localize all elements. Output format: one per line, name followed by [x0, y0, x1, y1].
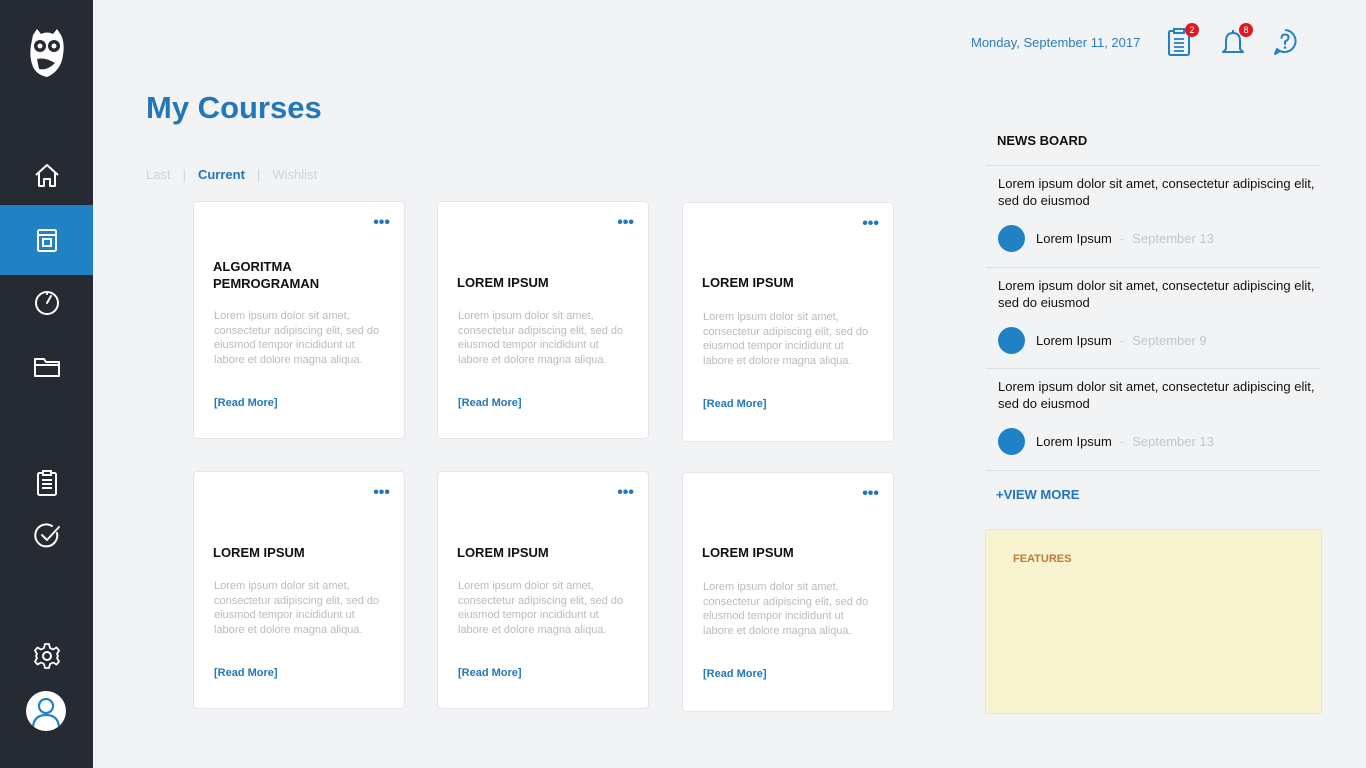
course-tabs: Last | Current | Wishlist	[146, 167, 317, 182]
course-card[interactable]: ••• LOREM IPSUM Lorem ipsum dolor sit am…	[193, 471, 405, 709]
course-title: LOREM IPSUM	[702, 545, 794, 560]
news-item[interactable]: Lorem ipsum dolor sit amet, consectetur …	[998, 378, 1318, 455]
owl-logo-icon[interactable]	[27, 27, 67, 79]
sidebar-item-files[interactable]	[0, 334, 93, 398]
news-author: Lorem Ipsum	[1036, 434, 1112, 449]
avatar	[998, 225, 1025, 252]
course-description: Lorem ipsum dolor sit amet, consectetur …	[214, 580, 380, 636]
tasks-button[interactable]: 2	[1165, 23, 1199, 59]
news-dash: -	[1119, 434, 1125, 449]
course-card[interactable]: ••• ALGORITMA PEMROGRAMAN Lorem ipsum do…	[193, 201, 405, 439]
divider	[986, 368, 1321, 369]
sidebar-item-courses[interactable]	[0, 205, 93, 275]
user-icon	[31, 697, 61, 728]
news-item[interactable]: Lorem ipsum dolor sit amet, consectetur …	[998, 175, 1318, 252]
tab-last[interactable]: Last	[146, 167, 171, 182]
read-more-link[interactable]: [Read More]	[458, 667, 522, 679]
help-icon	[1274, 29, 1297, 55]
check-circle-icon	[33, 523, 60, 548]
sidebar-item-completed[interactable]	[0, 503, 93, 567]
course-title: LOREM IPSUM	[213, 545, 305, 560]
card-menu-button[interactable]: •••	[373, 485, 390, 501]
course-description: Lorem ipsum dolor sit amet, consectetur …	[458, 310, 624, 366]
news-dash: -	[1119, 231, 1125, 246]
news-date: September 9	[1132, 333, 1207, 348]
sidebar	[0, 0, 93, 768]
clock-icon	[34, 291, 59, 315]
sidebar-item-schedule[interactable]	[0, 270, 93, 334]
gear-icon	[33, 643, 60, 669]
card-menu-button[interactable]: •••	[862, 216, 879, 232]
news-date: September 13	[1132, 231, 1214, 246]
page-title: My Courses	[146, 90, 322, 125]
news-dash: -	[1119, 333, 1125, 348]
course-title: ALGORITMA PEMROGRAMAN	[213, 259, 320, 291]
course-card[interactable]: ••• LOREM IPSUM Lorem ipsum dolor sit am…	[682, 472, 894, 712]
course-description: Lorem ipsum dolor sit amet, consectetur …	[214, 310, 380, 366]
help-button[interactable]	[1271, 27, 1301, 59]
course-card[interactable]: ••• LOREM IPSUM Lorem ipsum dolor sit am…	[437, 201, 649, 439]
read-more-link[interactable]: [Read More]	[214, 397, 278, 409]
tab-separator: |	[182, 167, 186, 182]
card-menu-button[interactable]: •••	[617, 485, 634, 501]
course-title: LOREM IPSUM	[457, 545, 549, 560]
view-more-link[interactable]: +VIEW MORE	[996, 487, 1079, 502]
news-text: Lorem ipsum dolor sit amet, consectetur …	[998, 278, 1315, 310]
card-menu-button[interactable]: •••	[862, 486, 879, 502]
course-description: Lorem ipsum dolor sit amet, consectetur …	[703, 581, 869, 637]
card-menu-button[interactable]: •••	[617, 215, 634, 231]
news-board-heading: NEWS BOARD	[997, 133, 1088, 148]
tasks-badge: 2	[1185, 23, 1199, 37]
avatar[interactable]	[26, 691, 66, 731]
clipboard-icon	[36, 470, 57, 496]
tab-separator: |	[256, 167, 261, 182]
course-card[interactable]: ••• LOREM IPSUM Lorem ipsum dolor sit am…	[682, 202, 894, 442]
news-text: Lorem ipsum dolor sit amet, consectetur …	[998, 176, 1315, 208]
course-description: Lorem ipsum dolor sit amet, consectetur …	[458, 580, 624, 636]
book-icon	[36, 229, 57, 252]
tab-current[interactable]: Current	[198, 167, 245, 182]
course-card[interactable]: ••• LOREM IPSUM Lorem ipsum dolor sit am…	[437, 471, 649, 709]
divider	[986, 165, 1321, 166]
read-more-link[interactable]: [Read More]	[214, 667, 278, 679]
course-title: LOREM IPSUM	[702, 275, 794, 290]
card-menu-button[interactable]: •••	[373, 215, 390, 231]
news-author: Lorem Ipsum	[1036, 333, 1112, 348]
read-more-link[interactable]: [Read More]	[703, 668, 767, 680]
divider	[986, 470, 1321, 471]
notifications-button[interactable]: 8	[1219, 23, 1253, 59]
folder-icon	[33, 358, 60, 377]
sidebar-item-settings[interactable]	[0, 624, 93, 688]
tab-wishlist[interactable]: Wishlist	[272, 167, 317, 182]
news-text: Lorem ipsum dolor sit amet, consectetur …	[998, 379, 1315, 411]
read-more-link[interactable]: [Read More]	[703, 398, 767, 410]
divider	[986, 267, 1321, 268]
news-date: September 13	[1132, 434, 1214, 449]
features-title: FEATURES	[1013, 553, 1072, 565]
news-item[interactable]: Lorem ipsum dolor sit amet, consectetur …	[998, 277, 1318, 354]
home-icon	[34, 164, 59, 187]
sidebar-item-home[interactable]	[0, 143, 93, 207]
current-date: Monday, September 11, 2017	[971, 35, 1141, 50]
course-description: Lorem ipsum dolor sit amet, consectetur …	[703, 311, 869, 367]
notifications-badge: 8	[1239, 23, 1253, 37]
read-more-link[interactable]: [Read More]	[458, 397, 522, 409]
avatar	[998, 428, 1025, 455]
features-panel: FEATURES	[985, 529, 1322, 714]
avatar	[998, 327, 1025, 354]
course-title: LOREM IPSUM	[457, 275, 549, 290]
news-author: Lorem Ipsum	[1036, 231, 1112, 246]
